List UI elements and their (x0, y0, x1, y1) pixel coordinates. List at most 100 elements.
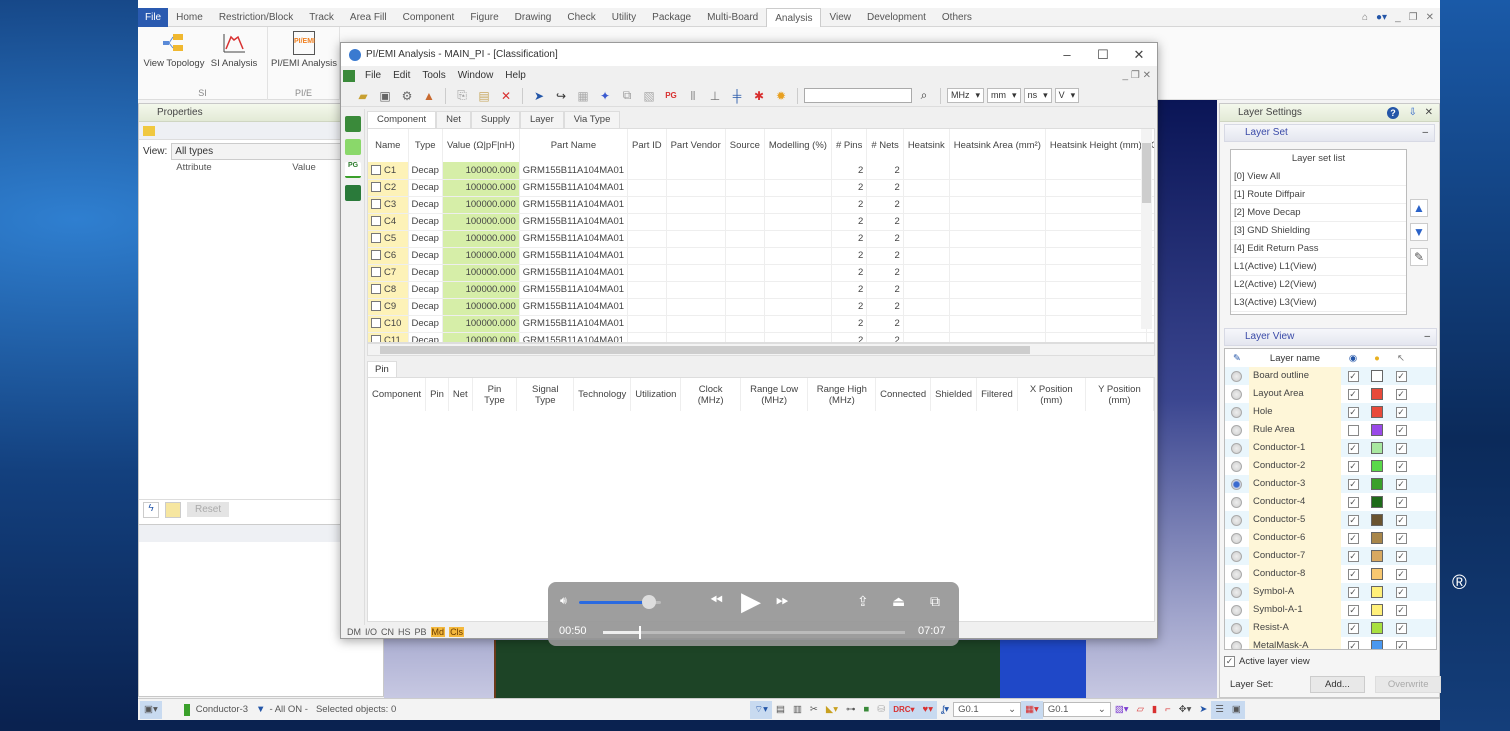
layer-row[interactable]: Conductor-8 ✓ ✓ (1225, 565, 1436, 583)
row-checkbox[interactable] (371, 301, 381, 312)
layer-set-item[interactable]: L3(Active) L3(View) (1231, 294, 1406, 312)
pi-menu-edit[interactable]: Edit (387, 70, 416, 81)
add-button[interactable]: Add... (1310, 676, 1365, 693)
reset-button[interactable]: Reset (187, 502, 230, 517)
active-layer-radio[interactable] (1231, 424, 1242, 436)
layer-row[interactable]: Conductor-6 ✓ ✓ (1225, 529, 1436, 547)
play-icon[interactable]: ▶ (741, 586, 761, 617)
volume-slider[interactable] (579, 595, 661, 609)
column-header[interactable]: Part Name (519, 129, 629, 162)
pin-column-header[interactable]: Range Low (MHz) (740, 378, 809, 411)
selectable-checkbox[interactable]: ✓ (1395, 586, 1407, 598)
column-header[interactable]: Heatsink Height (mm) (1045, 129, 1147, 162)
grid-select-2[interactable]: G0.1 ⌄ (1042, 702, 1111, 717)
unit-select-mm[interactable]: mm ▾ (987, 88, 1021, 103)
layer-row[interactable]: Conductor-2 ✓ ✓ (1225, 457, 1436, 475)
delete-icon[interactable]: ✕ (496, 87, 516, 105)
name-cell[interactable]: C1 (368, 162, 409, 180)
row-checkbox[interactable] (371, 233, 381, 244)
visibility-checkbox[interactable]: ✓ (1347, 622, 1359, 634)
arrow-icon[interactable]: ➤ (1195, 701, 1211, 719)
selectable-checkbox[interactable]: ✓ (1395, 442, 1407, 454)
active-layer-radio[interactable] (1231, 640, 1242, 649)
route-icon[interactable]: ʆ▾ (937, 701, 953, 719)
tab-supply[interactable]: Supply (470, 111, 520, 128)
menu-file[interactable]: File (138, 7, 169, 27)
layer-settings-toggle[interactable]: ☰ (1211, 700, 1228, 719)
layer-row[interactable]: Conductor-5 ✓ ✓ (1225, 511, 1436, 529)
collapse-icon[interactable]: – (1424, 329, 1430, 345)
menu-view[interactable]: View (821, 8, 859, 27)
component-icon[interactable]: ■ (859, 701, 873, 719)
pin-column-header[interactable]: Clock (MHz) (680, 378, 741, 411)
layer-set-item[interactable]: [0] View All (1231, 168, 1406, 186)
collapse-icon[interactable]: – (1422, 125, 1428, 141)
hook-icon[interactable]: ↪ (551, 87, 571, 105)
restore-icon[interactable]: ❐ (1409, 12, 1418, 23)
tab-component[interactable]: Component (367, 111, 437, 128)
close-icon[interactable]: ✕ (1425, 104, 1433, 122)
tag-md[interactable]: Md (430, 627, 446, 637)
selectable-checkbox[interactable]: ✓ (1395, 568, 1407, 580)
airplay-icon[interactable]: ⏏︎ (892, 593, 905, 610)
visibility-checkbox[interactable]: ✓ (1347, 406, 1359, 418)
filter-status[interactable]: ▼ - All ON - (252, 701, 312, 719)
column-header[interactable]: Heatsink Area (mm²) (949, 129, 1046, 162)
pin-column-header[interactable]: Shielded (930, 378, 978, 411)
selectable-checkbox[interactable]: ✓ (1395, 604, 1407, 616)
row-checkbox[interactable] (371, 335, 381, 342)
menu-others[interactable]: Others (934, 8, 980, 27)
layer-row[interactable]: Symbol-A-1 ✓ ✓ (1225, 601, 1436, 619)
visibility-checkbox[interactable]: ✓ (1347, 442, 1359, 454)
visibility-checkbox[interactable]: ✓ (1347, 640, 1359, 649)
corner-icon[interactable]: ⌐ (1161, 701, 1175, 719)
layer-color-swatch[interactable] (1371, 460, 1383, 472)
visibility-checkbox[interactable]: ✓ (1347, 550, 1359, 562)
selectable-checkbox[interactable]: ✓ (1395, 496, 1407, 508)
column-header[interactable]: Value (Ω|pF|nH) (442, 129, 520, 162)
table-row[interactable]: C1Decap100000.000GRM155B11A104MA01220.50… (368, 162, 1154, 180)
selectable-checkbox[interactable]: ✓ (1395, 622, 1407, 634)
volume-icon[interactable]: 🔊︎ (560, 595, 567, 608)
layer-color-swatch[interactable] (1371, 478, 1383, 490)
active-layer-radio[interactable] (1231, 514, 1242, 526)
visibility-checkbox[interactable]: ✓ (1347, 514, 1359, 526)
paste-icon[interactable]: ▤ (474, 87, 494, 105)
visibility-checkbox[interactable]: ✓ (1347, 586, 1359, 598)
piemi-analysis-button[interactable]: PI/EMI PI/EMI Analysis (268, 31, 340, 69)
database-icon[interactable]: ⛁ (873, 701, 889, 719)
table-row[interactable]: C11 Decap100000.000GRM155B11A104MA01 22 0.5… (368, 332, 1154, 342)
layer-row[interactable]: Board outline ✓ ✓ (1225, 367, 1436, 385)
layer-set-item[interactable]: L1(Active) L1(View) (1231, 258, 1406, 276)
tag-io[interactable]: I/O (365, 627, 377, 637)
column-header[interactable]: Modelling (%) (764, 129, 832, 162)
layer-color-swatch[interactable] (1371, 370, 1383, 382)
mdi-controls[interactable]: _ ❐ ✕ (1117, 70, 1157, 81)
new-icon[interactable] (165, 501, 181, 518)
active-layer-radio[interactable] (1231, 388, 1242, 400)
layer-icon[interactable]: Ⅱ (683, 87, 703, 105)
gear-icon[interactable]: ⚙ (397, 87, 417, 105)
menu-development[interactable]: Development (859, 8, 934, 27)
column-header[interactable]: Heatsink (903, 129, 950, 162)
unit-select-v[interactable]: V ▾ (1054, 88, 1080, 103)
pcb-board[interactable] (494, 640, 1086, 698)
active-layer-radio[interactable] (1231, 604, 1242, 616)
layer-color-swatch[interactable] (1371, 532, 1383, 544)
layer-color-swatch[interactable] (1371, 586, 1383, 598)
active-layer-radio[interactable] (1231, 406, 1242, 418)
check-button[interactable]: ♥▾ (918, 700, 937, 719)
maximize-button[interactable]: ☐ (1085, 47, 1121, 63)
active-layer-radio[interactable] (1231, 532, 1242, 544)
name-cell[interactable]: C6 (368, 247, 409, 265)
cut-icon[interactable]: ✂ (806, 701, 822, 719)
pin-column-header[interactable]: Filtered (976, 378, 1018, 411)
layer-color-swatch[interactable] (1371, 424, 1383, 436)
name-cell[interactable]: C11 (368, 332, 409, 342)
layer-row[interactable]: Symbol-A ✓ ✓ (1225, 583, 1436, 601)
binoculars-icon[interactable]: ⌕ (914, 87, 934, 105)
pin-column-header[interactable]: Signal Type (516, 378, 575, 411)
layer-stack-icon[interactable]: ▱ (1133, 701, 1148, 719)
active-layer-radio[interactable] (1231, 586, 1242, 598)
thermal-icon[interactable]: ✹ (771, 87, 791, 105)
